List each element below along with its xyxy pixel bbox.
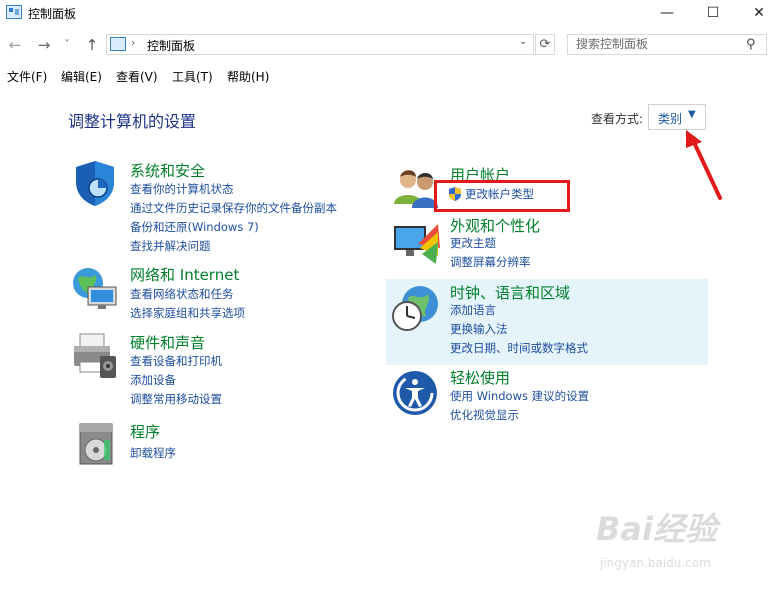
- menu-file[interactable]: 文件(F): [7, 68, 47, 85]
- menu-tools[interactable]: 工具(T): [172, 68, 213, 85]
- link-mobility-settings[interactable]: 调整常用移动设置: [130, 391, 222, 407]
- clock-globe-icon: [392, 286, 438, 331]
- network-icon: [73, 268, 117, 309]
- uac-shield-icon: [449, 187, 461, 201]
- link-optimize-visual-display[interactable]: 优化视觉显示: [450, 407, 519, 423]
- category-title-hardware-sound[interactable]: 硬件和声音: [130, 332, 205, 353]
- link-devices-printers[interactable]: 查看设备和打印机: [130, 353, 222, 369]
- category-title-system-security[interactable]: 系统和安全: [130, 160, 205, 181]
- refresh-button[interactable]: ⟳: [535, 34, 555, 55]
- category-title-programs[interactable]: 程序: [130, 421, 160, 442]
- link-add-device[interactable]: 添加设备: [130, 372, 176, 388]
- link-file-history-backup[interactable]: 通过文件历史记录保存你的文件备份副本: [130, 200, 337, 216]
- window-title: 控制面板: [28, 7, 77, 21]
- link-network-status[interactable]: 查看网络状态和任务: [130, 286, 234, 302]
- ease-of-access-icon: [393, 371, 437, 415]
- watermark-logo-text: Bai经验: [596, 510, 717, 548]
- view-by-value: 类别: [658, 112, 683, 126]
- search-icon[interactable]: ⚲: [746, 37, 756, 52]
- view-by-dropdown[interactable]: 类别 ▼: [648, 104, 706, 130]
- menu-edit[interactable]: 编辑(E): [61, 68, 102, 85]
- category-title-clock-language-region[interactable]: 时钟、语言和区域: [450, 282, 570, 303]
- programs-icon: [79, 423, 113, 465]
- category-title-appearance[interactable]: 外观和个性化: [450, 215, 540, 236]
- link-backup-restore[interactable]: 备份和还原(Windows 7): [130, 219, 259, 235]
- link-homegroup-sharing[interactable]: 选择家庭组和共享选项: [130, 305, 245, 321]
- link-view-computer-status[interactable]: 查看你的计算机状态: [130, 181, 234, 197]
- shield-icon: [76, 161, 114, 206]
- recent-locations-button[interactable]: ˅: [60, 29, 74, 61]
- back-button[interactable]: ←: [4, 29, 26, 61]
- content-area: 调整计算机的设置 查看方式: 类别 ▼ 系统和安全 查看你的计算机状态 通过文件…: [0, 88, 782, 593]
- link-windows-recommended-settings[interactable]: 使用 Windows 建议的设置: [450, 388, 589, 404]
- close-button[interactable]: ✕: [736, 0, 782, 28]
- menu-view[interactable]: 查看(V): [116, 68, 158, 85]
- control-panel-icon: [6, 5, 22, 19]
- category-title-network-internet[interactable]: 网络和 Internet: [130, 264, 239, 285]
- navigation-bar: ← → ˅ ↑ › 控制面板 ⌄ ⟳ ⚲: [0, 29, 782, 61]
- control-panel-icon: [110, 37, 126, 51]
- watermark-url: jingyan.baidu.com: [600, 556, 711, 570]
- breadcrumb-chevron-icon[interactable]: ›: [131, 36, 135, 49]
- menu-help[interactable]: 帮助(H): [227, 68, 269, 85]
- maximize-button[interactable]: ☐: [690, 0, 736, 28]
- link-troubleshoot[interactable]: 查找并解决问题: [130, 238, 211, 254]
- link-add-language[interactable]: 添加语言: [450, 302, 496, 318]
- annotation-arrow-icon: [686, 130, 722, 200]
- link-screen-resolution[interactable]: 调整屏幕分辨率: [450, 254, 531, 270]
- baidu-watermark: Bai经验 jingyan.baidu.com: [590, 500, 760, 580]
- search-input[interactable]: [576, 37, 736, 51]
- title-bar: 控制面板 — ☐ ✕: [0, 0, 782, 28]
- printer-icon: [74, 333, 116, 378]
- link-uninstall-program[interactable]: 卸载程序: [130, 445, 176, 461]
- link-change-theme[interactable]: 更改主题: [450, 235, 496, 251]
- link-date-time-format[interactable]: 更改日期、时间或数字格式: [450, 340, 588, 356]
- address-bar[interactable]: › 控制面板 ⌄: [106, 34, 534, 55]
- view-by-label: 查看方式:: [591, 112, 644, 126]
- page-title: 调整计算机的设置: [68, 112, 197, 131]
- minimize-button[interactable]: —: [644, 0, 690, 28]
- menu-bar: 文件(F) 编辑(E) 查看(V) 工具(T) 帮助(H): [0, 64, 782, 89]
- up-button[interactable]: ↑: [81, 29, 103, 61]
- forward-button[interactable]: →: [33, 29, 55, 61]
- link-change-input-method[interactable]: 更换输入法: [450, 321, 508, 337]
- breadcrumb-control-panel[interactable]: 控制面板: [147, 37, 195, 54]
- search-box[interactable]: ⚲: [567, 34, 767, 55]
- appearance-icon: [394, 224, 440, 264]
- address-dropdown-icon[interactable]: ⌄: [519, 36, 527, 47]
- dropdown-arrow-icon: ▼: [688, 109, 696, 120]
- link-change-account-type[interactable]: 更改帐户类型: [465, 186, 534, 202]
- category-title-ease-of-access[interactable]: 轻松使用: [450, 367, 510, 388]
